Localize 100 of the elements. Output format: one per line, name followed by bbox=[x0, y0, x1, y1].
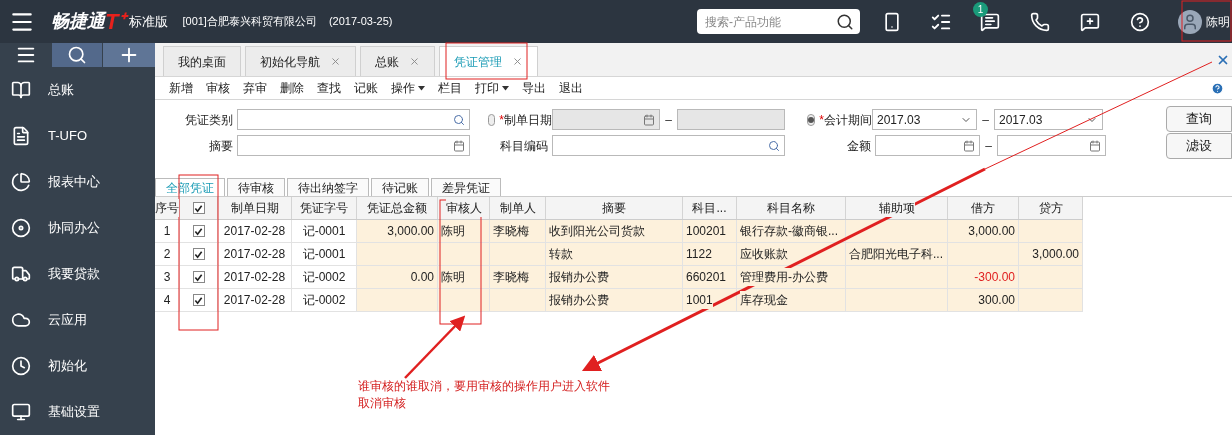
table-cell: 陈明 bbox=[438, 266, 490, 288]
toolbar-button[interactable]: 导出 bbox=[522, 79, 546, 97]
calendar-icon bbox=[643, 113, 655, 126]
search-icon bbox=[67, 45, 87, 65]
book-icon bbox=[11, 80, 31, 100]
filter-tab[interactable]: 待记账 bbox=[371, 178, 429, 196]
table-cell: 3,000.00 bbox=[948, 220, 1019, 242]
search-icon bbox=[453, 113, 465, 126]
column-header: 辅助项 bbox=[846, 197, 948, 219]
toolbar-button[interactable]: 退出 bbox=[559, 79, 583, 97]
table-cell: 报销办公费 bbox=[546, 289, 683, 311]
toolbar-button[interactable]: 审核 bbox=[206, 79, 230, 97]
help-icon[interactable] bbox=[1130, 11, 1150, 32]
document-icon bbox=[11, 126, 31, 146]
filter-tab[interactable]: 待出纳签字 bbox=[287, 178, 369, 196]
edition-label: 标准版 bbox=[129, 12, 169, 31]
sidebar-item[interactable]: 协同办公 bbox=[0, 205, 155, 251]
checkbox[interactable] bbox=[192, 202, 205, 214]
disc-icon bbox=[11, 218, 31, 238]
company-name: [001]合肥泰兴科贸有限公司 bbox=[182, 14, 317, 30]
toolbar-button[interactable]: 打印 bbox=[475, 79, 509, 97]
input-field[interactable] bbox=[677, 109, 785, 130]
field-label: 摘要 bbox=[208, 137, 233, 155]
search-button[interactable] bbox=[52, 43, 102, 67]
close-icon[interactable] bbox=[330, 56, 341, 67]
sidebar-item[interactable]: 总账 bbox=[0, 67, 155, 113]
checkbox[interactable] bbox=[192, 271, 205, 283]
truck-icon bbox=[11, 264, 31, 284]
input-field[interactable] bbox=[237, 109, 470, 130]
filter-tab[interactable]: 待审核 bbox=[227, 178, 285, 196]
field-label: 金额 bbox=[847, 137, 871, 155]
phone-device-icon[interactable] bbox=[882, 11, 902, 32]
action-button[interactable]: 滤设 bbox=[1166, 133, 1232, 159]
sidebar-item[interactable]: 云应用 bbox=[0, 297, 155, 343]
sidebar-item[interactable]: T-UFO bbox=[0, 113, 155, 159]
action-button[interactable]: 查询 bbox=[1166, 106, 1232, 132]
close-icon[interactable] bbox=[1216, 53, 1230, 67]
add-button[interactable] bbox=[103, 43, 155, 67]
table-cell: 银行存款-徽商银... bbox=[737, 220, 846, 242]
highlight-frame bbox=[1181, 0, 1232, 42]
table-cell: 转款 bbox=[546, 243, 683, 265]
calendar-icon bbox=[453, 139, 465, 152]
radio-button[interactable] bbox=[807, 113, 816, 126]
input-field[interactable] bbox=[997, 135, 1106, 156]
pie-chart-icon bbox=[11, 172, 31, 192]
table-cell: 3,000.00 bbox=[357, 220, 438, 242]
toolbar-button[interactable]: 新增 bbox=[169, 79, 193, 97]
table-cell: 库存现金 bbox=[737, 289, 846, 311]
search-field[interactable]: 搜索-产品功能 bbox=[697, 9, 860, 35]
table-cell: 李晓梅 bbox=[490, 220, 546, 242]
checkbox[interactable] bbox=[192, 248, 205, 260]
toolbar-button[interactable]: 栏目 bbox=[438, 79, 462, 97]
close-icon[interactable] bbox=[512, 56, 523, 67]
column-header: 摘要 bbox=[546, 197, 683, 219]
search-icon[interactable] bbox=[836, 12, 854, 31]
toolbar-button[interactable]: 记账 bbox=[354, 79, 378, 97]
notification-badge: 1 bbox=[973, 1, 988, 17]
checkbox[interactable] bbox=[192, 294, 205, 306]
input-field[interactable] bbox=[552, 135, 785, 156]
input-field[interactable] bbox=[875, 135, 980, 156]
sidebar-item[interactable]: 我要贷款 bbox=[0, 251, 155, 297]
message-icon[interactable] bbox=[980, 11, 1000, 32]
phone-icon[interactable] bbox=[1030, 11, 1050, 32]
chat-add-icon[interactable] bbox=[1080, 11, 1100, 32]
user-avatar[interactable] bbox=[1178, 9, 1202, 34]
input-field[interactable] bbox=[237, 135, 470, 156]
column-header: 序号 bbox=[155, 197, 180, 219]
sidebar-item[interactable]: 初始化 bbox=[0, 343, 155, 389]
column-header: 科目名称 bbox=[737, 197, 846, 219]
input-field[interactable] bbox=[552, 109, 660, 130]
toolbar-button[interactable]: 删除 bbox=[280, 79, 304, 97]
sidebar-item[interactable]: 报表中心 bbox=[0, 159, 155, 205]
product-name: 畅捷通 bbox=[51, 10, 105, 33]
table-cell: 合肥阳光电子科... bbox=[846, 243, 948, 265]
tab[interactable]: 初始化导航 bbox=[245, 46, 356, 76]
dropdown-field[interactable]: 2017.03 bbox=[994, 109, 1103, 130]
toolbar-button[interactable]: 查找 bbox=[317, 79, 341, 97]
tab[interactable]: 我的桌面 bbox=[163, 46, 241, 76]
user-name: 陈明 bbox=[1206, 13, 1230, 31]
field-label: 凭证类别 bbox=[184, 111, 233, 129]
filter-tab[interactable]: 差异凭证 bbox=[431, 178, 501, 196]
pointer-arrow bbox=[404, 315, 466, 379]
toolbar-button[interactable]: 弃审 bbox=[243, 79, 267, 97]
annotation-text: 取消审核 bbox=[358, 395, 407, 412]
clock-icon bbox=[11, 356, 31, 376]
table-cell: -300.00 bbox=[948, 266, 1019, 288]
column-header: 借方 bbox=[948, 197, 1019, 219]
radio-button[interactable] bbox=[488, 113, 496, 126]
toolbar-button[interactable]: 操作 bbox=[391, 79, 425, 97]
checkbox[interactable] bbox=[192, 225, 205, 237]
close-icon[interactable] bbox=[409, 56, 420, 67]
range-dash: – bbox=[984, 137, 993, 155]
tab[interactable]: 总账 bbox=[360, 46, 435, 76]
dropdown-field[interactable]: 2017.03 bbox=[872, 109, 977, 130]
range-dash: – bbox=[981, 111, 990, 129]
calendar-icon bbox=[963, 139, 975, 152]
table-cell: 收到阳光公司货款 bbox=[546, 220, 683, 242]
required-mark: * bbox=[819, 111, 824, 129]
search-icon bbox=[768, 139, 780, 152]
sidebar-item[interactable]: 基础设置 bbox=[0, 389, 155, 435]
